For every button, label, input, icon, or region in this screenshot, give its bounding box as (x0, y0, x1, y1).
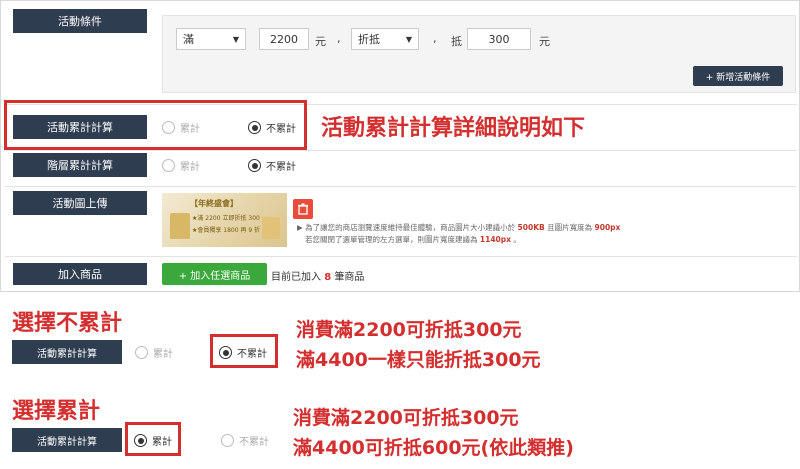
no-accum-option-no[interactable]: 不累計 (219, 345, 267, 360)
product-label: 加入商品 (13, 263, 147, 285)
condition-label: 活動條件 (13, 9, 147, 33)
gift-box-icon (170, 213, 190, 239)
no-accum-option-no-label: 不累計 (237, 349, 267, 360)
accum-line-1: 消費滿2200可折抵300元 (293, 407, 519, 429)
hint-text: ▶ 為了讓您的商店瀏覽速度維持最佳體驗，商品圖片大小建議小於 (297, 223, 516, 232)
hint-size-value: 500KB (517, 223, 545, 232)
added-prefix: 目前已加入 (271, 272, 321, 283)
accumulate-highlight-box (4, 100, 307, 150)
radio-checked-icon (248, 159, 261, 172)
added-products-info: 目前已加入 8 筆商品 (271, 268, 364, 283)
hint-width-value: 900px (594, 223, 621, 232)
amount-unit: 元 (315, 35, 326, 48)
caret-down-icon: ▼ (232, 34, 239, 44)
no-accum-option-yes[interactable]: 累計 (135, 345, 173, 360)
no-accum-line-1: 消費滿2200可折抵300元 (296, 319, 522, 341)
accum-option-no-label: 不累計 (239, 437, 269, 448)
tier-option-yes[interactable]: 累計 (162, 158, 200, 173)
no-accum-line-2: 滿4400一樣只能折抵300元 (296, 349, 541, 371)
banner-line-1: ★滿 2200 立即折抵 300 (192, 215, 260, 222)
title-note: 活動累計計算詳細說明如下 (321, 116, 586, 141)
tier-option-yes-label: 累計 (180, 162, 200, 173)
add-condition-button[interactable]: + 新增活動條件 (693, 66, 783, 86)
condition-mode-select[interactable]: 折抵 ▼ (351, 28, 419, 50)
banner-line-2: ★會員獨享 1800 再 9 折 (192, 227, 261, 234)
image-hint-line-2: 若您關閉了選單管理的左方選單，則圖片寬度建議為 1140px 。 (297, 234, 620, 246)
no-accum-title: 選擇不累計 (12, 311, 123, 336)
tier-option-no-label: 不累計 (266, 162, 296, 173)
hint-text: 且圖片寬度為 (547, 223, 593, 232)
caret-down-icon: ▼ (405, 34, 412, 44)
hint-text: 若您關閉了選單管理的左方選單，則圖片寬度建議為 (305, 235, 478, 244)
amount-input[interactable]: 2200 (259, 28, 309, 50)
radio-unchecked-icon (221, 434, 234, 447)
accum-option-yes-label: 累計 (152, 437, 172, 448)
condition-type-value: 滿 (183, 33, 194, 46)
add-product-button[interactable]: + 加入任選商品 (162, 263, 267, 285)
radio-checked-icon (219, 346, 232, 359)
no-accum-option-yes-label: 累計 (153, 349, 173, 360)
gift-box-icon (262, 217, 280, 239)
banner-image: 【年終盛會】 ★滿 2200 立即折抵 300 ★會員獨享 1800 再 9 折 (162, 193, 287, 247)
banner-title: 【年終盛會】 (190, 199, 238, 208)
accum-label: 活動累計計算 (12, 428, 122, 452)
separator-2: , (433, 32, 437, 45)
radio-checked-icon (134, 434, 147, 447)
hint-text: 。 (513, 235, 521, 244)
image-label: 活動圖上傳 (13, 191, 147, 215)
delete-image-button[interactable] (293, 199, 313, 219)
image-hint: ▶ 為了讓您的商店瀏覽速度維持最佳體驗，商品圖片大小建議小於 500KB 且圖片… (297, 222, 620, 246)
separator-1: , (337, 32, 341, 45)
radio-unchecked-icon (135, 346, 148, 359)
trash-icon (298, 203, 308, 215)
accum-title: 選擇累計 (12, 399, 101, 424)
discount-prefix: 抵 (451, 35, 462, 48)
condition-type-select[interactable]: 滿 ▼ (176, 28, 246, 50)
accum-line-2: 滿4400可折抵600元(依此類推) (293, 437, 574, 459)
tier-option-no[interactable]: 不累計 (248, 158, 296, 173)
added-suffix: 筆商品 (334, 272, 365, 283)
hint-width-alt-value: 1140px (479, 235, 511, 244)
image-hint-line-1: ▶ 為了讓您的商店瀏覽速度維持最佳體驗，商品圖片大小建議小於 500KB 且圖片… (297, 222, 620, 234)
radio-unchecked-icon (162, 159, 175, 172)
condition-mode-value: 折抵 (358, 33, 380, 46)
tier-label: 階層累計計算 (13, 153, 147, 177)
added-count: 8 (324, 272, 332, 283)
accum-option-no[interactable]: 不累計 (221, 433, 269, 448)
discount-input[interactable]: 300 (467, 28, 531, 50)
no-accum-label: 活動累計計算 (12, 340, 122, 364)
accum-option-yes[interactable]: 累計 (134, 433, 172, 448)
discount-unit: 元 (539, 35, 550, 48)
